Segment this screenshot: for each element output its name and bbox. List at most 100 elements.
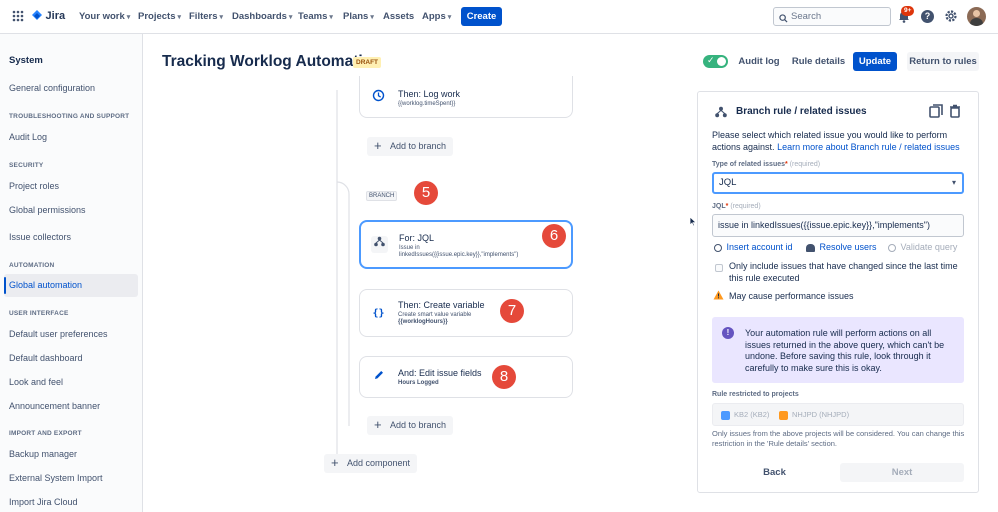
card-subtitle: Hours Logged: [398, 380, 439, 386]
sidebar-section-security: SECURITY: [9, 162, 44, 169]
sidebar-item-global-permissions[interactable]: Global permissions: [9, 205, 86, 215]
sidebar-item-external-system-import[interactable]: External System Import: [9, 473, 103, 483]
edit-issue-fields-card[interactable]: And: Edit issue fields Hours Logged: [359, 356, 573, 398]
return-to-rules-button[interactable]: Return to rules: [907, 52, 979, 71]
plus-icon: +: [374, 138, 382, 153]
project-tag-nhjpd: NHJPD (NHJPD): [792, 410, 850, 419]
admin-sidebar: System General configuration TROUBLESHOO…: [0, 34, 143, 512]
jql-branch-card[interactable]: For: JQL Issue in linkedIssues({{issue.e…: [359, 220, 573, 269]
enable-rule-toggle[interactable]: ✓: [703, 55, 728, 68]
add-component-button[interactable]: + Add component: [324, 454, 417, 473]
chevron-down-icon: ▾: [288, 14, 293, 21]
back-button[interactable]: Back: [712, 463, 837, 482]
resolve-users-link[interactable]: Resolve users: [806, 242, 877, 252]
chevron-down-icon: ▾: [447, 14, 452, 21]
sidebar-item-general-configuration[interactable]: General configuration: [9, 83, 95, 93]
only-include-checkbox[interactable]: [715, 264, 723, 272]
nav-label: Dashboards: [232, 11, 287, 22]
info-icon: !: [722, 327, 734, 339]
sidebar-item-project-roles[interactable]: Project roles: [9, 181, 59, 191]
sidebar-item-default-user-preferences[interactable]: Default user preferences: [9, 329, 108, 339]
branch-icon: [715, 106, 727, 120]
sidebar-active-indicator: [4, 277, 6, 294]
performance-warning: May cause performance issues: [729, 291, 854, 301]
nav-apps[interactable]: Apps ▾: [422, 11, 451, 22]
log-work-action-card[interactable]: Then: Log work {{worklog.timeSpent}}: [359, 76, 573, 118]
nav-dashboards[interactable]: Dashboards ▾: [232, 11, 292, 22]
related-issues-type-select[interactable]: JQL ▾: [712, 172, 964, 194]
rule-details-button[interactable]: Rule details: [791, 52, 846, 71]
clock-icon: [370, 89, 387, 106]
update-button[interactable]: Update: [853, 52, 897, 71]
warning-icon: [713, 290, 724, 302]
nav-label: Filters: [189, 11, 218, 22]
curly-braces-icon: {}: [372, 308, 385, 319]
search-input[interactable]: Search: [773, 7, 891, 26]
mouse-cursor-icon: [689, 216, 698, 229]
sidebar-item-look-and-feel[interactable]: Look and feel: [9, 377, 63, 387]
chevron-down-icon: ▾: [219, 14, 224, 21]
project-icon: [721, 411, 730, 420]
panel-description: Please select which related issue you wo…: [712, 130, 967, 153]
jira-logo[interactable]: Jira: [31, 9, 65, 25]
sidebar-item-issue-collectors[interactable]: Issue collectors: [9, 232, 71, 242]
required-hint: (required): [730, 203, 761, 210]
sidebar-item-default-dashboard[interactable]: Default dashboard: [9, 353, 83, 363]
nav-your-work[interactable]: Your work ▾: [79, 11, 130, 22]
sidebar-section-troubleshooting: TROUBLESHOOTING AND SUPPORT: [9, 113, 130, 120]
nav-plans[interactable]: Plans ▾: [343, 11, 374, 22]
nav-assets[interactable]: Assets: [383, 11, 414, 22]
top-navigation: Jira Your work ▾ Projects ▾ Filters ▾ Dashb…: [0, 0, 998, 34]
notification-count-badge: 9+: [901, 6, 915, 16]
chevron-down-icon: ▾: [177, 14, 182, 21]
card-title: For: JQL: [399, 233, 435, 243]
nav-label: Projects: [138, 11, 176, 22]
nav-label: Plans: [343, 11, 369, 22]
card-title: Then: Log work: [398, 89, 461, 99]
branch-icon: [371, 236, 388, 253]
duplicate-icon[interactable]: [929, 104, 943, 120]
learn-more-link[interactable]: Learn more about Branch rule / related i…: [777, 142, 960, 152]
search-placeholder: Search: [791, 11, 822, 22]
link-text: Resolve users: [819, 242, 877, 252]
sidebar-item-audit-log[interactable]: Audit Log: [9, 132, 47, 142]
add-to-branch-button[interactable]: + Add to branch: [367, 416, 453, 435]
sidebar-section-user-interface: USER INTERFACE: [9, 310, 69, 317]
sidebar-item-global-automation[interactable]: Global automation: [9, 280, 82, 290]
nav-filters[interactable]: Filters ▾: [189, 11, 223, 22]
sidebar-item-import-jira-cloud[interactable]: Import Jira Cloud: [9, 497, 78, 507]
delete-trash-icon[interactable]: [949, 104, 961, 120]
add-to-branch-button[interactable]: + Add to branch: [367, 137, 453, 156]
plus-icon: +: [374, 417, 382, 432]
users-icon: [806, 243, 815, 252]
step-badge: 5: [414, 181, 438, 205]
audit-log-button[interactable]: Audit log: [736, 52, 782, 71]
nav-label: Apps: [422, 11, 446, 22]
app-switcher-icon[interactable]: [12, 10, 24, 22]
nav-projects[interactable]: Projects ▾: [138, 11, 181, 22]
nav-label: Teams: [298, 11, 328, 22]
jql-field-label: JQL* (required): [712, 203, 761, 210]
restricted-projects-note: Only issues from the above projects will…: [712, 429, 965, 448]
create-variable-card[interactable]: {} Then: Create variable Create smart va…: [359, 289, 573, 337]
nav-teams[interactable]: Teams ▾: [298, 11, 333, 22]
jql-input[interactable]: issue in linkedIssues({{issue.epic.key}}…: [712, 214, 964, 237]
chevron-down-icon: ▾: [126, 14, 131, 21]
settings-gear-icon[interactable]: [944, 9, 958, 25]
restricted-projects-label: Rule restricted to projects: [712, 391, 799, 398]
card-subtitle-variable: {{worklogHours}}: [398, 319, 448, 325]
required-hint: (required): [789, 161, 821, 168]
sidebar-item-announcement-banner[interactable]: Announcement banner: [9, 401, 100, 411]
project-tag-kb2: KB2 (KB2): [734, 410, 770, 419]
link-text: Insert account id: [726, 242, 793, 252]
create-button[interactable]: Create: [461, 7, 502, 26]
link-text: Validate query: [900, 242, 958, 252]
type-field-label: Type of related issues* (required): [712, 161, 821, 168]
validate-query-link[interactable]: Validate query: [888, 242, 957, 252]
pencil-icon: [370, 369, 387, 386]
next-button[interactable]: Next: [840, 463, 964, 482]
help-icon[interactable]: ?: [921, 10, 934, 23]
sidebar-item-backup-manager[interactable]: Backup manager: [9, 449, 77, 459]
insert-account-id-link[interactable]: Insert account id: [714, 242, 793, 252]
user-avatar[interactable]: [967, 7, 986, 26]
